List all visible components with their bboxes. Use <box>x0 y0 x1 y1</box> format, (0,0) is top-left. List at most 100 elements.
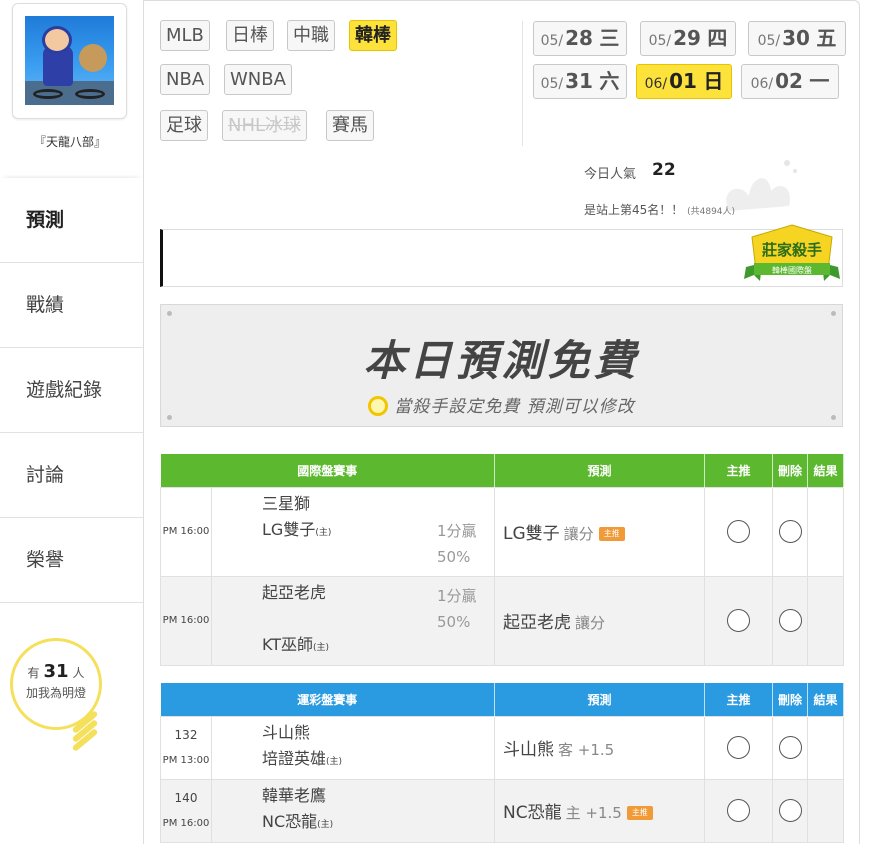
header-pick: 預測 <box>494 454 706 487</box>
featured-radio[interactable] <box>727 736 751 759</box>
table-row: PM 16:00 三星獅 LG雙子(主) . 1分贏 50% LG雙子讓分主推 <box>160 486 845 577</box>
badge-title: 莊家殺手 <box>762 241 822 259</box>
pick-note: 讓分 <box>575 614 606 632</box>
match-teams: 韓華老鷹 NC恐龍(主) <box>210 778 496 843</box>
match-teams: 斗山熊 培證英雄(主) <box>210 715 496 780</box>
avatar <box>25 16 114 105</box>
avatar-frame[interactable] <box>12 3 127 119</box>
delete-cell <box>772 575 809 666</box>
fans-prefix: 有 <box>27 666 40 680</box>
header-match: 國際盤賽事 <box>160 454 496 487</box>
odds-percent: 50% <box>437 612 471 631</box>
date-0602[interactable]: 06/02 一 <box>741 64 839 99</box>
match-time: PM 16:00 <box>162 817 210 829</box>
header-result: 結果 <box>807 454 845 487</box>
header-pick: 預測 <box>494 683 706 716</box>
fans-count-line: 有 31 人 <box>13 661 99 682</box>
date-weekday: 三 <box>599 26 620 50</box>
odds-line: 1分贏 <box>437 521 477 540</box>
date-month: 05/ <box>648 33 672 49</box>
free-notice-panel: 本日預測免費 當殺手設定免費 預測可以修改 <box>160 304 843 427</box>
delete-cell <box>772 715 809 780</box>
avatar-dog <box>79 44 107 72</box>
header-delete: 刪除 <box>772 683 809 716</box>
date-month: 05/ <box>540 76 564 92</box>
delete-radio[interactable] <box>778 609 802 632</box>
featured-radio[interactable] <box>727 520 751 543</box>
sport-tag-nba[interactable]: NBA <box>160 64 211 95</box>
date-day: 01 <box>669 69 697 93</box>
sport-tag-wnba[interactable]: WNBA <box>224 64 292 95</box>
match-time: PM 13:00 <box>162 754 210 766</box>
table-row: 140 PM 16:00 韓華老鷹 NC恐龍(主) NC恐龍主 +1.5 主推 <box>160 778 845 843</box>
date-0531[interactable]: 05/31 六 <box>533 64 627 99</box>
avatar-wheel <box>33 89 63 99</box>
date-weekday: 五 <box>816 26 837 50</box>
date-0529[interactable]: 05/29 四 <box>640 21 736 56</box>
team-away: 三星獅 <box>262 494 311 513</box>
team-home: NC恐龍(主) <box>262 812 334 831</box>
date-weekday: 六 <box>599 69 620 93</box>
nav-item-discussion[interactable]: 討論 <box>0 433 143 518</box>
sports-lottery-table: 運彩盤賽事 預測 主推 刪除 結果 132 PM 13:00 斗山熊 培證英雄(… <box>160 683 845 843</box>
match-time-cell: 140 PM 16:00 <box>160 778 212 843</box>
header-match: 運彩盤賽事 <box>160 683 496 716</box>
table-row: PM 16:00 起亞老虎 . KT巫師(主) 1分贏 50% 起亞老虎讓分 <box>160 575 845 666</box>
nav-item-game-log[interactable]: 遊戲紀錄 <box>0 348 143 433</box>
fans-suffix: 人 <box>72 666 85 680</box>
match-time: PM 16:00 <box>160 486 212 577</box>
pick-cell: 斗山熊客 +1.5 <box>494 715 706 780</box>
sport-tag-kbo[interactable]: 韓棒 <box>349 20 397 51</box>
bulb-base-icon <box>70 710 106 752</box>
sidebar-nav: 預測 戰績 遊戲紀錄 討論 榮譽 <box>0 178 143 603</box>
match-time: PM 16:00 <box>160 575 212 666</box>
pick-team: NC恐龍 <box>503 803 562 823</box>
nav-item-record[interactable]: 戰績 <box>0 263 143 348</box>
featured-radio[interactable] <box>727 609 751 632</box>
free-title: 本日預測免費 <box>363 336 640 385</box>
sport-tag-npb[interactable]: 日棒 <box>226 20 274 51</box>
rank-total: (共4894人) <box>687 207 736 217</box>
result-cell <box>807 575 845 666</box>
delete-cell <box>772 778 809 843</box>
date-day: 31 <box>565 69 593 93</box>
pick-note: 客 +1.5 <box>558 741 615 759</box>
pick-cell: NC恐龍主 +1.5 主推 <box>494 778 706 843</box>
sport-tag-mlb[interactable]: MLB <box>160 20 210 51</box>
team-away: 斗山熊 <box>262 723 311 742</box>
date-day: 28 <box>565 26 593 50</box>
featured-radio[interactable] <box>727 799 751 822</box>
date-month: 05/ <box>540 33 564 49</box>
rank-text: 是站上第45名！！ (共4894人) <box>584 201 735 218</box>
team-home: 培證英雄(主) <box>262 749 343 768</box>
delete-radio[interactable] <box>778 799 802 822</box>
featured-cell <box>704 575 774 666</box>
match-number: 140 <box>174 790 198 805</box>
sport-tag-soccer[interactable]: 足球 <box>160 110 208 141</box>
sport-tag-cpbl[interactable]: 中職 <box>287 20 335 51</box>
table-row: 132 PM 13:00 斗山熊 培證英雄(主) 斗山熊客 +1.5 <box>160 715 845 780</box>
header-delete: 刪除 <box>772 454 809 487</box>
username[interactable]: 『天龍八部』 <box>0 133 140 150</box>
result-cell <box>807 486 845 577</box>
banker-killer-badge: 莊家殺手 韓棒國際盤 <box>744 224 840 281</box>
header-featured: 主推 <box>704 454 774 487</box>
tag-date-divider <box>522 21 523 146</box>
date-month: 06/ <box>644 76 668 92</box>
delete-radio[interactable] <box>778 520 802 543</box>
featured-badge: 主推 <box>626 806 653 820</box>
date-day: 02 <box>775 69 803 93</box>
date-0601[interactable]: 06/01 日 <box>636 64 732 99</box>
result-cell <box>807 715 845 780</box>
delete-radio[interactable] <box>778 736 802 759</box>
odds-line: 1分贏 <box>437 586 477 605</box>
delete-cell <box>772 486 809 577</box>
nav-item-predict[interactable]: 預測 <box>0 178 143 263</box>
pick-team: 起亞老虎 <box>503 613 572 633</box>
date-weekday: 一 <box>809 69 830 93</box>
featured-badge: 主推 <box>598 527 625 541</box>
sport-tag-horse[interactable]: 賽馬 <box>326 110 374 141</box>
date-0530[interactable]: 05/30 五 <box>748 21 846 56</box>
date-0528[interactable]: 05/28 三 <box>533 21 627 56</box>
nav-item-honor[interactable]: 榮譽 <box>0 518 143 603</box>
